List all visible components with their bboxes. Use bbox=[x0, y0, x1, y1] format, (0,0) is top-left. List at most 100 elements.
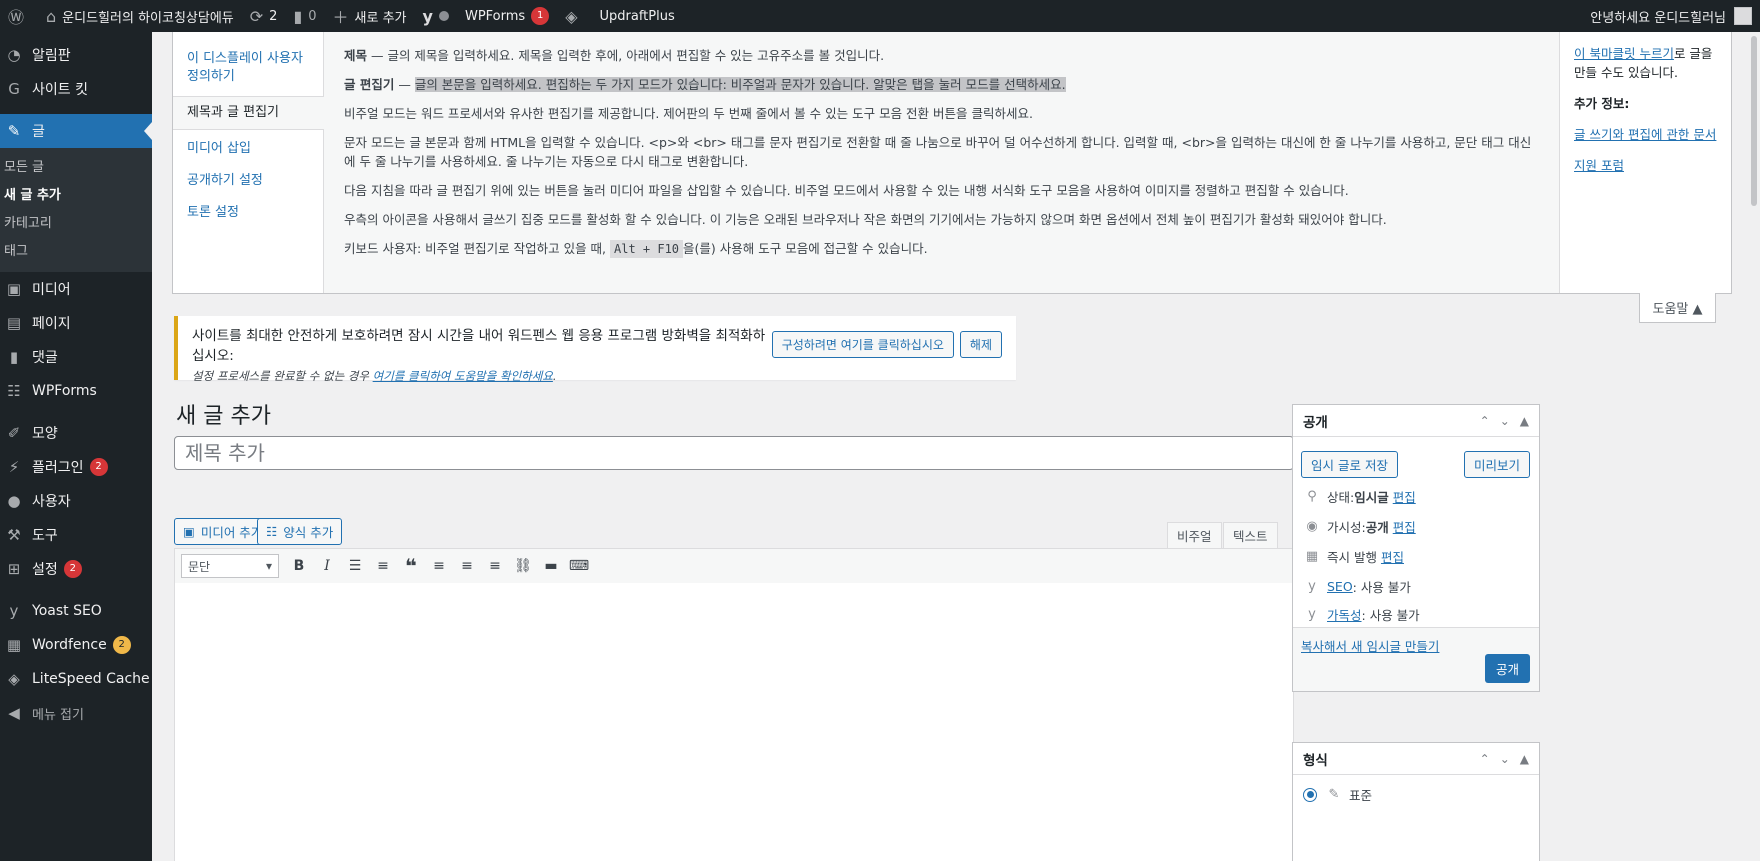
updates-link[interactable]: ⟳ 2 bbox=[242, 0, 286, 32]
notice-help-line: 설정 프로세스를 완료할 수 없는 경우 여기를 클릭하여 도움말을 확인하세요… bbox=[192, 369, 557, 383]
chevron-up-icon[interactable]: ⌃ bbox=[1480, 752, 1490, 766]
sidebar-item-plugins[interactable]: ⚡ 플러그인 2 bbox=[0, 450, 152, 484]
bookmarklet-link[interactable]: 이 북마클릿 누르기 bbox=[1574, 46, 1674, 61]
align-center-icon[interactable]: ≡ bbox=[453, 552, 481, 580]
sidebar-item-tools[interactable]: ⚒ 도구 bbox=[0, 518, 152, 552]
chevron-down-icon[interactable]: ⌄ bbox=[1500, 414, 1510, 428]
help-paragraph: 다음 지침을 따라 글 편집기 위에 있는 버튼을 눌러 미디어 파일을 삽입할… bbox=[344, 183, 1349, 198]
submenu-categories[interactable]: 카테고리 bbox=[0, 210, 152, 238]
numbered-list-icon[interactable]: ≡ bbox=[369, 552, 397, 580]
help-paragraph: 글 편집기 — 글의 본문을 입력하세요. 편집하는 두 가지 모드가 있습니다… bbox=[344, 77, 1066, 92]
sidebar-item-pages[interactable]: ▤ 페이지 bbox=[0, 306, 152, 340]
help-tab-customize[interactable]: 이 디스플레이 사용자 정의하기 bbox=[173, 46, 323, 90]
wpforms-menu[interactable]: WPForms 1 bbox=[457, 0, 557, 32]
publish-button[interactable]: 공개 bbox=[1485, 654, 1531, 683]
link-icon[interactable]: ⛓ bbox=[509, 552, 537, 580]
schedule-row: ▦ 즉시 발행 편집 bbox=[1303, 547, 1404, 566]
scrollbar-thumb[interactable] bbox=[1751, 36, 1757, 206]
sidebar-item-sitekit[interactable]: G 사이트 킷 bbox=[0, 72, 152, 106]
help-tab-discussion[interactable]: 토론 설정 bbox=[173, 200, 323, 226]
toolbar-toggle-icon[interactable]: ⌨ bbox=[565, 552, 593, 580]
read-more-icon[interactable]: ▬ bbox=[537, 552, 565, 580]
sidebar-item-litespeed[interactable]: ◈ LiteSpeed Cache bbox=[0, 662, 152, 696]
home-icon: ⌂ bbox=[46, 6, 57, 26]
tab-visual[interactable]: 비주얼 bbox=[1167, 522, 1222, 549]
sidebar-item-appearance[interactable]: ✐ 모양 bbox=[0, 416, 152, 450]
blockquote-icon[interactable]: ❝ bbox=[397, 552, 425, 580]
tab-text[interactable]: 텍스트 bbox=[1223, 522, 1278, 549]
pushpin-icon: ✎ bbox=[1328, 787, 1340, 802]
format-box: 형식 ⌃ ⌄ ▲ ✎ 표준 bbox=[1292, 742, 1540, 861]
sidebar-item-yoast[interactable]: y Yoast SEO bbox=[0, 594, 152, 628]
editor-content-area[interactable] bbox=[174, 583, 1294, 861]
submenu-add-new[interactable]: 새 글 추가 bbox=[0, 182, 152, 210]
publish-actions: 복사해서 새 임시글 만들기 공개 bbox=[1293, 627, 1539, 691]
help-content: 제목 — 글의 제목을 입력하세요. 제목을 입력한 후에, 아래에서 편집할 … bbox=[324, 32, 1559, 293]
edit-visibility-link[interactable]: 편집 bbox=[1393, 517, 1416, 536]
radio-selected-icon bbox=[1303, 787, 1317, 802]
yoast-menu[interactable]: y bbox=[415, 0, 457, 32]
support-forum-link[interactable]: 지원 포럼 bbox=[1574, 158, 1624, 173]
format-option-standard[interactable]: ✎ 표준 bbox=[1303, 785, 1372, 804]
plugins-badge: 2 bbox=[89, 458, 108, 476]
chevron-up-icon[interactable]: ⌃ bbox=[1480, 414, 1490, 428]
bullet-list-icon[interactable]: ☰ bbox=[341, 552, 369, 580]
edit-status-link[interactable]: 편집 bbox=[1393, 487, 1416, 506]
submenu-tags[interactable]: 태그 bbox=[0, 238, 152, 266]
litespeed-icon: ◈ bbox=[8, 670, 20, 688]
updraft-menu[interactable]: UpdraftPlus bbox=[592, 0, 683, 32]
comments-link[interactable]: ▮ 0 bbox=[285, 0, 324, 32]
wordpress-logo-button[interactable]: Ⓦ bbox=[0, 0, 38, 32]
site-name-link[interactable]: ⌂ 운디드힐러의 하이코칭상담에듀 bbox=[38, 0, 242, 32]
sidebar-item-wordfence[interactable]: ▦ Wordfence 2 bbox=[0, 628, 152, 662]
litespeed-menu[interactable]: ◈ bbox=[557, 0, 591, 32]
copy-to-draft-link[interactable]: 복사해서 새 임시글 만들기 bbox=[1301, 636, 1439, 655]
toggle-panel-icon[interactable]: ▲ bbox=[1520, 414, 1529, 428]
align-right-icon[interactable]: ≡ bbox=[481, 552, 509, 580]
align-left-icon[interactable]: ≡ bbox=[425, 552, 453, 580]
wordfence-notice: 사이트를 최대한 안전하게 보호하려면 잠시 시간을 내어 워드펜스 웹 응용 … bbox=[174, 316, 1016, 383]
editor-toolbar: 문단 ▾ B I ☰ ≡ ❝ ≡ ≡ ≡ ⛓ ▬ ⌨ bbox=[174, 548, 1294, 584]
configure-firewall-button[interactable]: 구성하려면 여기를 클릭하십시오 bbox=[771, 330, 954, 358]
documentation-link[interactable]: 글 쓰기와 편집에 관한 문서 bbox=[1574, 127, 1716, 142]
page-scrollbar[interactable] bbox=[1748, 32, 1760, 861]
my-account-menu[interactable]: 안녕하세요 운디드힐러님 bbox=[1582, 0, 1760, 32]
yoast-icon: y bbox=[1308, 607, 1316, 622]
help-paragraph: 제목 — 글의 제목을 입력하세요. 제목을 입력한 후에, 아래에서 편집할 … bbox=[344, 48, 885, 63]
add-form-button[interactable]: ☷ 양식 추가 bbox=[257, 518, 343, 545]
user-icon: ● bbox=[7, 492, 21, 510]
settings-badge: 2 bbox=[63, 560, 82, 578]
page-title: 새 글 추가 bbox=[176, 404, 271, 429]
submenu-all-posts[interactable]: 모든 글 bbox=[0, 154, 152, 182]
notice-help-link[interactable]: 여기를 클릭하여 도움말을 확인하세요 bbox=[373, 369, 553, 383]
edit-schedule-link[interactable]: 편집 bbox=[1381, 547, 1404, 566]
sidebar-item-users[interactable]: ● 사용자 bbox=[0, 484, 152, 518]
chevron-down-icon[interactable]: ⌄ bbox=[1500, 752, 1510, 766]
preview-button[interactable]: 미리보기 bbox=[1464, 451, 1531, 478]
visibility-row: ◉ 가시성: 공개 편집 bbox=[1303, 517, 1416, 536]
post-title-input[interactable] bbox=[174, 436, 1294, 470]
help-tab-publish[interactable]: 공개하기 설정 bbox=[173, 168, 323, 194]
italic-icon[interactable]: I bbox=[313, 552, 341, 580]
sidebar-item-comments[interactable]: ▮ 댓글 bbox=[0, 340, 152, 374]
new-content-link[interactable]: ＋ 새로 추가 bbox=[325, 0, 415, 32]
sidebar-item-dashboard[interactable]: ◔ 알림판 bbox=[0, 38, 152, 72]
readability-link[interactable]: 가독성 bbox=[1327, 605, 1362, 624]
toggle-panel-icon[interactable]: ▲ bbox=[1520, 752, 1529, 766]
sidebar-item-settings[interactable]: ⊞ 설정 2 bbox=[0, 552, 152, 586]
collapse-menu-button[interactable]: ◀ 메뉴 접기 bbox=[0, 696, 152, 730]
seo-link[interactable]: SEO bbox=[1327, 579, 1353, 594]
wordfence-badge: 2 bbox=[112, 636, 131, 654]
sidebar-item-wpforms[interactable]: ☷ WPForms bbox=[0, 374, 152, 408]
sidebar-item-media[interactable]: ▣ 미디어 bbox=[0, 272, 152, 306]
help-tab-title-editor[interactable]: 제목과 글 편집기 bbox=[173, 96, 324, 130]
help-toggle-button[interactable]: 도움말 ▲ bbox=[1639, 293, 1716, 323]
bold-icon[interactable]: B bbox=[285, 552, 313, 580]
sidebar-item-posts[interactable]: ✎ 글 bbox=[0, 114, 152, 148]
comment-icon: ▮ bbox=[293, 6, 303, 26]
posts-submenu: 모든 글 새 글 추가 카테고리 태그 bbox=[0, 148, 152, 272]
help-tab-media[interactable]: 미디어 삽입 bbox=[173, 136, 323, 162]
dismiss-button[interactable]: 해제 bbox=[959, 330, 1002, 358]
save-draft-button[interactable]: 임시 글로 저장 bbox=[1301, 451, 1398, 478]
format-select[interactable]: 문단 ▾ bbox=[181, 554, 279, 578]
